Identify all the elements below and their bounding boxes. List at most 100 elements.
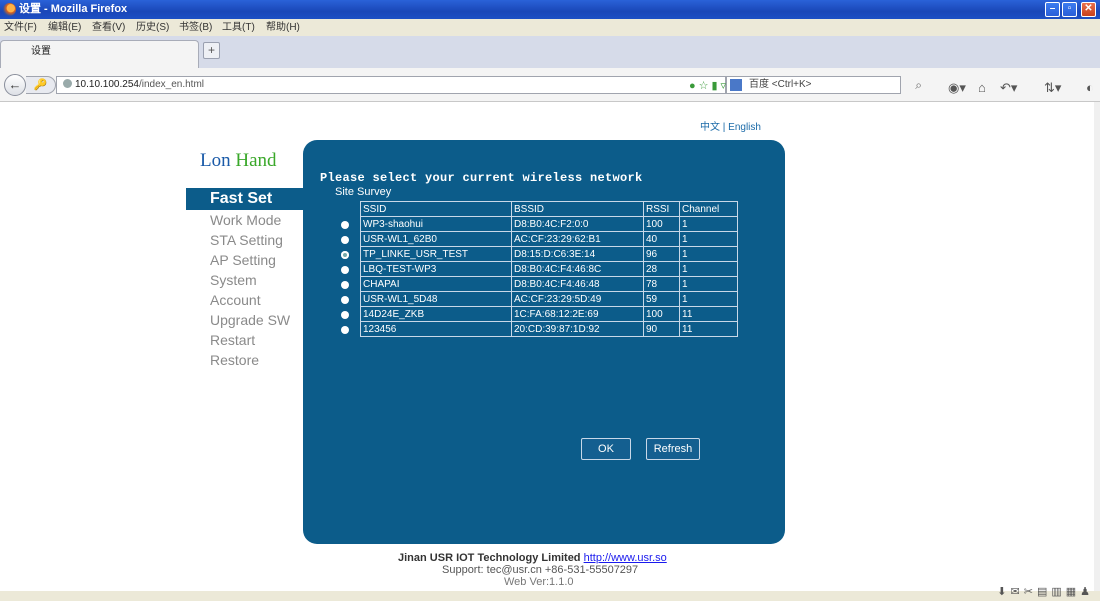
rssi-cell: 96 (643, 246, 680, 262)
channel-cell: 1 (679, 261, 738, 277)
status-bar: ⬇✉✂▤▥▦♟ (0, 586, 1100, 601)
status-bar-icons[interactable]: ⬇✉✂▤▥▦♟ (997, 585, 1094, 598)
firefox-logo-icon (3, 3, 16, 16)
table-row[interactable]: WP3-shaohui D8:B0:4C:F2:0:0 100 1 (360, 216, 738, 232)
url-host: 10.10.100.254 (75, 79, 139, 90)
menu-file[interactable]: 文件(F) (4, 19, 37, 36)
ssid-cell: 14D24E_ZKB (360, 306, 512, 322)
back-button[interactable]: ← (4, 74, 26, 96)
network-radio[interactable] (341, 296, 349, 304)
channel-cell: 11 (679, 306, 738, 322)
sidebar-item-restore[interactable]: Restore (210, 352, 259, 368)
channel-cell: 11 (679, 321, 738, 337)
bssid-cell: D8:15:D:C6:3E:14 (511, 246, 644, 262)
ssid-cell: USR-WL1_5D48 (360, 291, 512, 307)
channel-cell: 1 (679, 291, 738, 307)
search-icon[interactable]: ⌕ (915, 77, 922, 93)
table-row[interactable]: 14D24E_ZKB 1C:FA:68:12:2E:69 100 11 (360, 306, 738, 322)
network-radio[interactable] (341, 326, 349, 334)
network-radio[interactable] (341, 266, 349, 274)
refresh-button[interactable]: Refresh (646, 438, 700, 460)
sidebar-item-upgrade-sw[interactable]: Upgrade SW (210, 312, 290, 328)
site-identity-icon[interactable]: 🔑 (26, 76, 56, 94)
bssid-cell: 1C:FA:68:12:2E:69 (511, 306, 644, 322)
site-survey-table: SSID BSSID RSSI Channel WP3-shaohui D8:B… (360, 201, 738, 337)
url-path: /index_en.html (138, 79, 204, 90)
rssi-cell: 40 (643, 231, 680, 247)
column-header-ssid: SSID (360, 201, 512, 217)
search-engine-icon[interactable] (730, 79, 742, 91)
sidebar-item-fast-set[interactable]: Fast Set (186, 188, 304, 210)
ssid-cell: 123456 (360, 321, 512, 337)
tab-strip: 设置 + (0, 36, 1100, 68)
rssi-cell: 28 (643, 261, 680, 277)
menu-view[interactable]: 查看(V) (92, 19, 125, 36)
page-footer: Jinan USR IOT Technology Limited http://… (398, 552, 698, 588)
footer-company: Jinan USR IOT Technology Limited (398, 552, 581, 564)
network-radio[interactable] (341, 311, 349, 319)
channel-cell: 1 (679, 246, 738, 262)
rssi-cell: 100 (643, 306, 680, 322)
ssid-cell: WP3-shaohui (360, 216, 512, 232)
wireless-select-panel: Please select your current wireless netw… (303, 140, 785, 544)
column-header-channel: Channel (679, 201, 738, 217)
bssid-cell: D8:B0:4C:F2:0:0 (511, 216, 644, 232)
footer-support: Support: tec@usr.cn +86-531-55507297 (442, 564, 639, 576)
rssi-cell: 90 (643, 321, 680, 337)
window-title: 设置 - Mozilla Firefox (19, 3, 128, 15)
maximize-button[interactable]: ▫ (1062, 2, 1077, 17)
network-radio[interactable] (341, 236, 349, 244)
sidebar-item-system[interactable]: System (210, 272, 257, 288)
search-placeholder: 百度 <Ctrl+K> (749, 79, 812, 90)
sidebar-item-ap-setting[interactable]: AP Setting (210, 252, 276, 268)
minimize-button[interactable]: – (1045, 2, 1060, 17)
table-header-row: SSID BSSID RSSI Channel (360, 201, 738, 217)
rssi-cell: 59 (643, 291, 680, 307)
vertical-scrollbar[interactable] (1094, 102, 1100, 591)
menu-tools[interactable]: 工具(T) (222, 19, 255, 36)
ssid-cell: TP_LINKE_USR_TEST (360, 246, 512, 262)
menu-overflow-icon[interactable]: ◐ (1086, 80, 1094, 95)
sidebar-item-restart[interactable]: Restart (210, 332, 255, 348)
network-radio[interactable] (341, 221, 349, 229)
table-row[interactable]: CHAPAI D8:B0:4C:F4:46:48 78 1 (360, 276, 738, 292)
sidebar-item-sta-setting[interactable]: STA Setting (210, 232, 283, 248)
search-input[interactable]: 百度 <Ctrl+K> ⌕ (726, 76, 922, 94)
table-row[interactable]: TP_LINKE_USR_TEST D8:15:D:C6:3E:14 96 1 (360, 246, 738, 262)
footer-link[interactable]: http://www.usr.so (584, 552, 667, 564)
ssid-cell: LBQ-TEST-WP3 (360, 261, 512, 277)
bssid-cell: AC:CF:23:29:5D:49 (511, 291, 644, 307)
channel-cell: 1 (679, 216, 738, 232)
toolbar-extra-icon[interactable]: ⇅▾ (1044, 80, 1061, 96)
bssid-cell: 20:CD:39:87:1D:92 (511, 321, 644, 337)
menu-bar: 文件(F) 编辑(E) 查看(V) 历史(S) 书签(B) 工具(T) 帮助(H… (0, 19, 1100, 36)
table-row[interactable]: 123456 20:CD:39:87:1D:92 90 11 (360, 321, 738, 337)
table-row[interactable]: LBQ-TEST-WP3 D8:B0:4C:F4:46:8C 28 1 (360, 261, 738, 277)
url-bar[interactable]: 10.10.100.254/index_en.html ●☆▮▿C (56, 76, 737, 94)
menu-history[interactable]: 历史(S) (136, 19, 169, 36)
addon-icon[interactable]: ◉▾ (948, 80, 966, 96)
menu-bookmarks[interactable]: 书签(B) (179, 19, 212, 36)
table-row[interactable]: USR-WL1_62B0 AC:CF:23:29:62:B1 40 1 (360, 231, 738, 247)
navigation-bar: ← 🔑 10.10.100.254/index_en.html ●☆▮▿C 百度… (0, 68, 1100, 102)
globe-icon (63, 79, 72, 88)
column-header-bssid: BSSID (511, 201, 644, 217)
tab-settings[interactable]: 设置 (0, 40, 199, 68)
network-radio-selected[interactable] (341, 251, 349, 259)
channel-cell: 1 (679, 231, 738, 247)
menu-edit[interactable]: 编辑(E) (48, 19, 81, 36)
undo-icon[interactable]: ↶▾ (1000, 80, 1017, 96)
footer-version: Web Ver:1.1.0 (504, 576, 574, 588)
ok-button[interactable]: OK (581, 438, 631, 460)
home-icon[interactable]: ⌂ (978, 80, 986, 95)
panel-title: Please select your current wireless netw… (320, 171, 643, 185)
close-button[interactable]: ✕ (1081, 2, 1096, 17)
new-tab-button[interactable]: + (203, 42, 220, 59)
menu-help[interactable]: 帮助(H) (266, 19, 300, 36)
network-radio[interactable] (341, 281, 349, 289)
language-switch[interactable]: 中文 | English (700, 118, 761, 133)
sidebar-item-account[interactable]: Account (210, 292, 261, 308)
sidebar-item-work-mode[interactable]: Work Mode (210, 212, 281, 228)
window-titlebar: 设置 - Mozilla Firefox – ▫ ✕ (0, 0, 1100, 19)
table-row[interactable]: USR-WL1_5D48 AC:CF:23:29:5D:49 59 1 (360, 291, 738, 307)
